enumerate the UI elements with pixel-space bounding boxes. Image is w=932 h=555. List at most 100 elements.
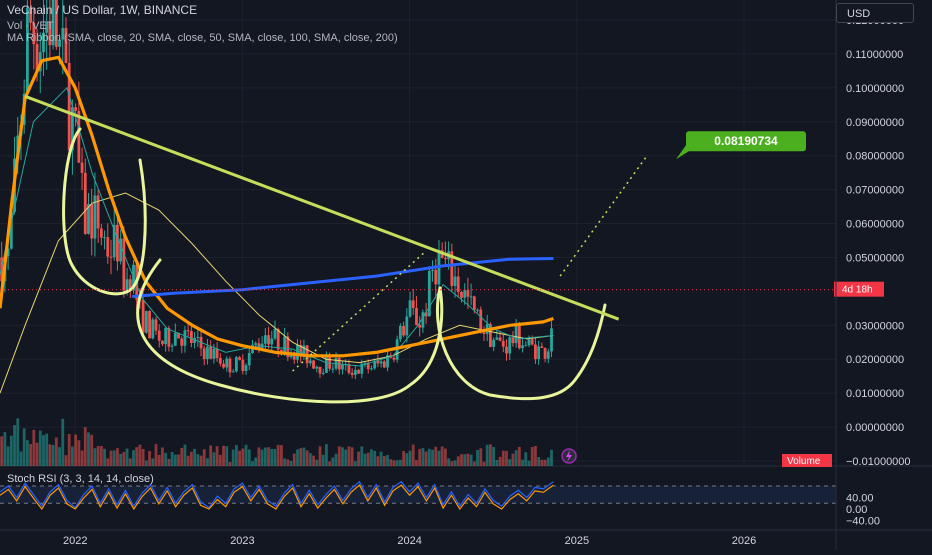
candle-body xyxy=(456,276,460,293)
candle-body xyxy=(524,345,528,347)
volume-bar xyxy=(370,449,373,466)
volume-bar xyxy=(443,448,447,466)
volume-bar xyxy=(58,447,61,466)
volume-bar xyxy=(466,453,470,466)
target-price-label: 0.08190734 xyxy=(714,134,778,148)
candle-body xyxy=(209,346,213,359)
time-axis-label: 2022 xyxy=(63,535,87,547)
candle-body xyxy=(357,369,360,374)
volume-bar xyxy=(225,446,229,466)
target-projection xyxy=(559,155,648,277)
candle-body xyxy=(225,358,229,368)
volume-bar xyxy=(87,432,90,466)
candle-body xyxy=(173,332,177,346)
candle-body xyxy=(315,366,319,369)
candle-body xyxy=(90,204,94,239)
price-axis-label: 0.11000000 xyxy=(846,49,903,61)
candle-body xyxy=(492,339,496,347)
target-tag: 0.08190734 xyxy=(676,131,806,160)
volume-bar xyxy=(167,458,171,466)
volume-bar xyxy=(0,436,4,466)
candle-body xyxy=(434,269,438,285)
volume-bar xyxy=(116,448,119,466)
candle-body xyxy=(206,346,209,360)
volume-bar xyxy=(363,453,367,466)
volume-bar xyxy=(308,453,312,466)
currency-button[interactable]: USD xyxy=(836,3,914,23)
volume-bar xyxy=(45,433,49,466)
volume-bar xyxy=(189,451,193,466)
volume-bar xyxy=(543,459,547,466)
volume-bar xyxy=(13,425,16,466)
volume-bar xyxy=(405,453,409,466)
volume-bar xyxy=(54,437,58,466)
candle-body xyxy=(189,331,193,343)
candle-body xyxy=(186,330,190,332)
volume-bar xyxy=(366,452,370,466)
candle-body xyxy=(80,162,84,173)
volume-bar xyxy=(527,460,531,466)
volume-bar xyxy=(505,450,508,466)
candle-body xyxy=(164,328,168,345)
price-axis-label: 0.02000000 xyxy=(846,354,904,366)
candle-body xyxy=(151,319,155,339)
alert-lightning-icon xyxy=(561,448,577,464)
time-axis-label: 2023 xyxy=(230,535,254,547)
candle-body xyxy=(222,363,225,368)
volume-bar xyxy=(170,451,174,466)
volume-bar xyxy=(286,459,290,466)
candle-body xyxy=(534,344,537,360)
volume-bar xyxy=(74,434,78,466)
price-chart[interactable]: 0.081907340.120000000.110000000.10000000… xyxy=(0,0,932,550)
candle-body xyxy=(370,368,373,370)
candle-body xyxy=(116,224,119,262)
candle-body xyxy=(443,258,447,260)
ma50-line xyxy=(0,192,554,394)
candle-body xyxy=(472,296,476,311)
volume-bar xyxy=(517,446,521,466)
volume-bar xyxy=(180,448,184,466)
volume-bar xyxy=(71,446,74,466)
candle-body xyxy=(231,371,235,373)
candle-body xyxy=(321,372,325,374)
volume-bar xyxy=(379,451,383,466)
volume-bar xyxy=(344,449,348,466)
volume-bar xyxy=(550,449,553,466)
candle-body xyxy=(527,339,531,346)
rsi-axis-label: 40.00 xyxy=(846,493,874,505)
candle-body xyxy=(141,300,145,333)
volume-bar xyxy=(186,455,190,466)
volume-bar xyxy=(244,444,248,466)
volume-bar xyxy=(228,461,232,466)
candle-body xyxy=(460,292,463,298)
volume-bar xyxy=(241,448,245,466)
price-axis-label: 0.10000000 xyxy=(846,83,904,95)
candle-body xyxy=(308,360,312,364)
candle-body xyxy=(495,337,499,340)
candle-body xyxy=(270,338,274,345)
candle-body xyxy=(196,336,200,338)
volume-bar xyxy=(373,450,377,466)
volume-bar xyxy=(151,458,155,466)
volume-bar xyxy=(427,448,431,466)
volume-bar xyxy=(257,447,261,466)
volume-bar xyxy=(312,455,315,466)
candle-body xyxy=(379,361,383,364)
volume-bar xyxy=(247,449,251,466)
candle-body xyxy=(144,311,148,333)
volume-bar xyxy=(437,450,441,466)
volume-bar xyxy=(280,445,283,466)
candle-body xyxy=(180,338,184,346)
volume-bar xyxy=(489,444,492,466)
candle-body xyxy=(312,360,315,369)
candle-body xyxy=(276,328,280,350)
volume-bar xyxy=(202,449,206,466)
volume-bar xyxy=(537,457,541,466)
volume-bar xyxy=(144,460,148,466)
ma-blue-line xyxy=(131,257,554,298)
candle-body xyxy=(238,357,242,360)
candle-body xyxy=(296,345,299,360)
volume-bar xyxy=(173,454,177,466)
candle-body xyxy=(550,328,553,352)
volume-bar xyxy=(450,461,454,466)
